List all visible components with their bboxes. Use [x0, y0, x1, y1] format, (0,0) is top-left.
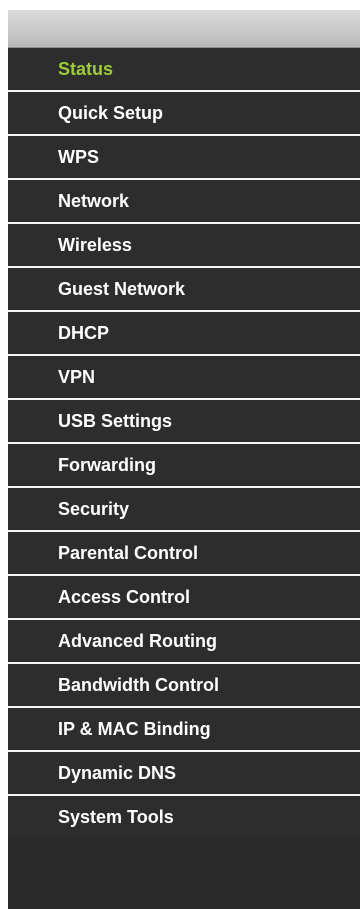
- menu-header-bar: [8, 10, 360, 48]
- menu-item-label: System Tools: [58, 806, 174, 827]
- menu-item-wireless[interactable]: Wireless: [8, 224, 360, 268]
- menu-item-vpn[interactable]: VPN: [8, 356, 360, 400]
- menu-item-label: Access Control: [58, 586, 191, 607]
- menu-item-label: VPN: [58, 366, 96, 387]
- menu-item-label: USB Settings: [58, 410, 173, 431]
- menu-item-access-control[interactable]: Access Control: [8, 576, 360, 620]
- menu-item-label: Parental Control: [58, 542, 199, 563]
- menu-item-usb-settings[interactable]: USB Settings: [8, 400, 360, 444]
- menu-item-label: Quick Setup: [58, 102, 164, 123]
- menu-item-ip-mac-binding[interactable]: IP & MAC Binding: [8, 708, 360, 752]
- menu-item-label: Advanced Routing: [58, 630, 218, 651]
- menu-item-dynamic-dns[interactable]: Dynamic DNS: [8, 752, 360, 796]
- menu-item-quick-setup[interactable]: Quick Setup: [8, 92, 360, 136]
- menu-item-label: Network: [58, 190, 130, 211]
- menu-item-label: Wireless: [58, 234, 132, 255]
- menu-item-network[interactable]: Network: [8, 180, 360, 224]
- menu-list: Status Quick Setup WPS Network Wireless …: [8, 48, 360, 838]
- menu-item-label: WPS: [58, 146, 100, 167]
- menu-item-system-tools[interactable]: System Tools: [8, 796, 360, 838]
- menu-item-label: Bandwidth Control: [58, 674, 219, 695]
- menu-item-label: IP & MAC Binding: [58, 718, 211, 739]
- menu-item-bandwidth-control[interactable]: Bandwidth Control: [8, 664, 360, 708]
- menu-item-dhcp[interactable]: DHCP: [8, 312, 360, 356]
- menu-item-guest-network[interactable]: Guest Network: [8, 268, 360, 312]
- menu-item-status[interactable]: Status: [8, 48, 360, 92]
- menu-item-label: Status: [58, 58, 114, 79]
- menu-item-label: DHCP: [58, 322, 110, 343]
- sidebar-menu: Status Quick Setup WPS Network Wireless …: [8, 10, 360, 909]
- menu-item-parental-control[interactable]: Parental Control: [8, 532, 360, 576]
- menu-item-advanced-routing[interactable]: Advanced Routing: [8, 620, 360, 664]
- menu-item-wps[interactable]: WPS: [8, 136, 360, 180]
- menu-item-label: Guest Network: [58, 278, 186, 299]
- menu-item-label: Forwarding: [58, 454, 156, 475]
- menu-item-security[interactable]: Security: [8, 488, 360, 532]
- menu-item-label: Dynamic DNS: [58, 762, 177, 783]
- menu-item-label: Security: [58, 498, 130, 519]
- menu-item-forwarding[interactable]: Forwarding: [8, 444, 360, 488]
